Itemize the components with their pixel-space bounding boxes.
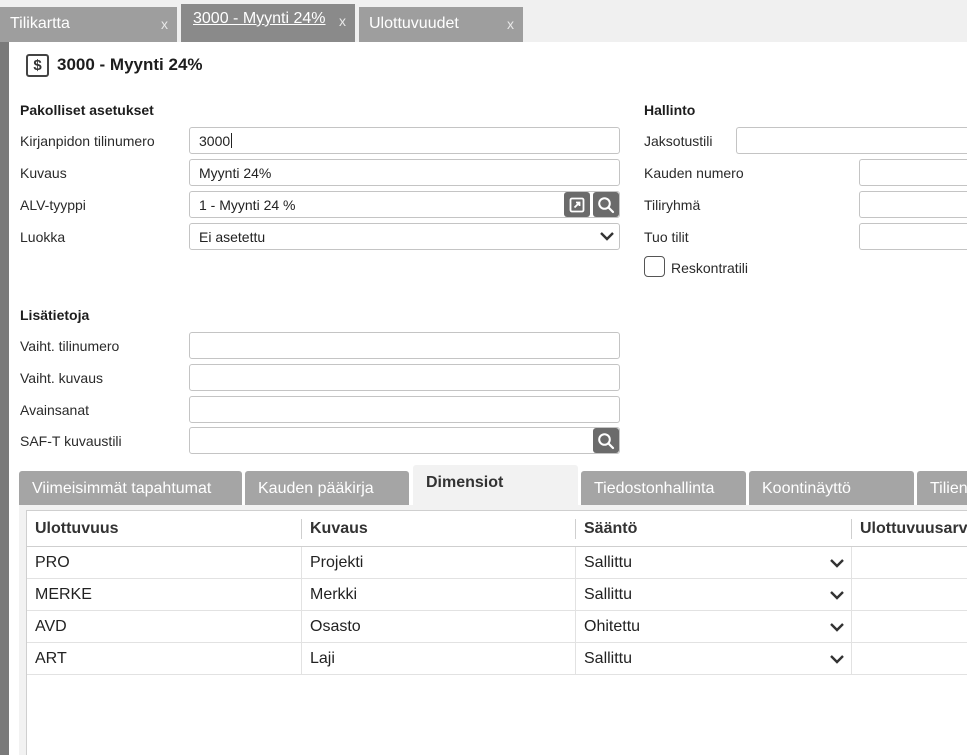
account-number-value: 3000 bbox=[199, 133, 231, 149]
description-field[interactable]: Myynti 24% bbox=[189, 159, 620, 186]
external-link-icon bbox=[569, 197, 585, 212]
tab-period-ledger[interactable]: Kauden pääkirja bbox=[245, 471, 409, 505]
account-number-label: Kirjanpidon tilinumero bbox=[20, 133, 155, 149]
page-title: 3000 - Myynti 24% bbox=[57, 55, 203, 74]
tab-recent-transactions[interactable]: Viimeisimmät tapahtumat bbox=[19, 471, 242, 505]
tab-accounts[interactable]: Tilien bbox=[917, 471, 967, 505]
left-edge-bar bbox=[0, 42, 9, 755]
ledger-label: Reskontratili bbox=[671, 260, 749, 276]
alt-desc-field[interactable] bbox=[189, 364, 620, 391]
period-field[interactable] bbox=[859, 159, 967, 186]
chevron-down-icon[interactable] bbox=[829, 590, 845, 601]
class-select[interactable]: Ei asetettu bbox=[189, 223, 620, 250]
dimension-cell: MERKE bbox=[35, 586, 92, 603]
dollar-icon: $ bbox=[26, 53, 49, 77]
top-tab-strip: Tilikartta x 3000 - Myynti 24% x Ulottuv… bbox=[0, 0, 967, 42]
saft-search-button[interactable] bbox=[593, 428, 619, 453]
column-header[interactable]: Ulottuvuus bbox=[35, 520, 119, 538]
grid-header: Ulottuvuus Kuvaus Sääntö Ulottuvuusarvo bbox=[27, 511, 967, 547]
column-header[interactable]: Sääntö bbox=[584, 520, 637, 538]
column-header[interactable]: Kuvaus bbox=[310, 520, 368, 538]
description-value: Myynti 24% bbox=[199, 165, 272, 181]
alt-desc-label: Vaiht. kuvaus bbox=[20, 370, 104, 386]
column-divider[interactable] bbox=[575, 519, 576, 539]
tab-dimensions[interactable]: Dimensiot bbox=[413, 465, 578, 505]
page-header: $ 3000 - Myynti 24% bbox=[26, 53, 203, 77]
tab-file-management[interactable]: Tiedostonhallinta bbox=[581, 471, 746, 505]
tab-label: Ulottuvuudet bbox=[369, 15, 459, 32]
admin-heading: Hallinto bbox=[644, 102, 696, 118]
table-row[interactable]: ART Laji Sallittu bbox=[27, 643, 967, 675]
description-cell: Projekti bbox=[310, 554, 364, 571]
saft-field[interactable] bbox=[189, 427, 620, 454]
close-icon[interactable]: x bbox=[507, 16, 514, 32]
table-row[interactable]: AVD Osasto Ohitettu bbox=[27, 611, 967, 643]
description-cell: Merkki bbox=[310, 586, 358, 603]
keywords-label: Avainsanat bbox=[20, 402, 90, 418]
detail-tabs: Viimeisimmät tapahtumat Kauden pääkirja … bbox=[0, 465, 967, 505]
column-divider[interactable] bbox=[301, 519, 302, 539]
vat-type-value: 1 - Myynti 24 % bbox=[199, 197, 296, 213]
rule-cell[interactable]: Sallittu bbox=[584, 650, 632, 668]
dimension-cell: AVD bbox=[35, 618, 67, 635]
ledger-checkbox[interactable] bbox=[644, 256, 665, 277]
chevron-down-icon[interactable] bbox=[829, 622, 845, 633]
vat-search-button[interactable] bbox=[593, 192, 619, 217]
description-label: Kuvaus bbox=[20, 165, 67, 181]
description-cell: Osasto bbox=[310, 618, 361, 635]
vat-type-label: ALV-tyyppi bbox=[20, 197, 86, 213]
keywords-field[interactable] bbox=[189, 396, 620, 423]
accrual-field[interactable] bbox=[736, 127, 967, 154]
class-value: Ei asetettu bbox=[199, 229, 266, 245]
dimension-cell: ART bbox=[35, 650, 67, 667]
rule-cell[interactable]: Sallittu bbox=[584, 586, 632, 604]
group-field[interactable] bbox=[859, 191, 967, 218]
dimension-cell: PRO bbox=[35, 554, 70, 571]
tab-label: 3000 - Myynti 24% bbox=[193, 10, 326, 27]
tab-dashboard[interactable]: Koontinäyttö bbox=[749, 471, 914, 505]
table-row[interactable]: PRO Projekti Sallittu bbox=[27, 547, 967, 579]
open-link-button[interactable] bbox=[564, 192, 590, 217]
vat-type-field[interactable]: 1 - Myynti 24 % bbox=[189, 191, 620, 218]
chevron-down-icon[interactable] bbox=[599, 230, 615, 242]
group-label: Tiliryhmä bbox=[644, 197, 701, 213]
tab-label: Tilikartta bbox=[10, 15, 70, 32]
rule-cell[interactable]: Sallittu bbox=[584, 554, 632, 572]
account-number-field[interactable]: 3000 bbox=[189, 127, 620, 154]
rule-cell[interactable]: Ohitettu bbox=[584, 618, 640, 636]
tab-account-3000[interactable]: 3000 - Myynti 24% x bbox=[181, 4, 355, 42]
saft-label: SAF-T kuvaustili bbox=[20, 433, 122, 449]
import-label: Tuo tilit bbox=[644, 229, 689, 245]
required-settings-heading: Pakolliset asetukset bbox=[20, 102, 154, 118]
column-header[interactable]: Ulottuvuusarvo bbox=[860, 520, 967, 538]
table-row[interactable]: MERKE Merkki Sallittu bbox=[27, 579, 967, 611]
tab-ulottuvuudet[interactable]: Ulottuvuudet x bbox=[359, 7, 523, 42]
dimensions-grid: Ulottuvuus Kuvaus Sääntö Ulottuvuusarvo … bbox=[26, 510, 967, 755]
alt-number-label: Vaiht. tilinumero bbox=[20, 338, 120, 354]
close-icon[interactable]: x bbox=[161, 16, 168, 32]
text-caret bbox=[231, 133, 233, 148]
search-icon bbox=[598, 432, 615, 449]
additional-info-heading: Lisätietoja bbox=[20, 307, 90, 323]
close-icon[interactable]: x bbox=[339, 13, 346, 29]
tab-tilikartta[interactable]: Tilikartta x bbox=[0, 7, 177, 42]
description-cell: Laji bbox=[310, 650, 335, 667]
search-icon bbox=[598, 196, 615, 213]
alt-number-field[interactable] bbox=[189, 332, 620, 359]
chevron-down-icon[interactable] bbox=[829, 654, 845, 665]
class-label: Luokka bbox=[20, 229, 66, 245]
import-field[interactable] bbox=[859, 223, 967, 250]
period-label: Kauden numero bbox=[644, 165, 744, 181]
accrual-label: Jaksotustili bbox=[644, 133, 713, 149]
column-divider[interactable] bbox=[851, 519, 852, 539]
chevron-down-icon[interactable] bbox=[829, 558, 845, 569]
